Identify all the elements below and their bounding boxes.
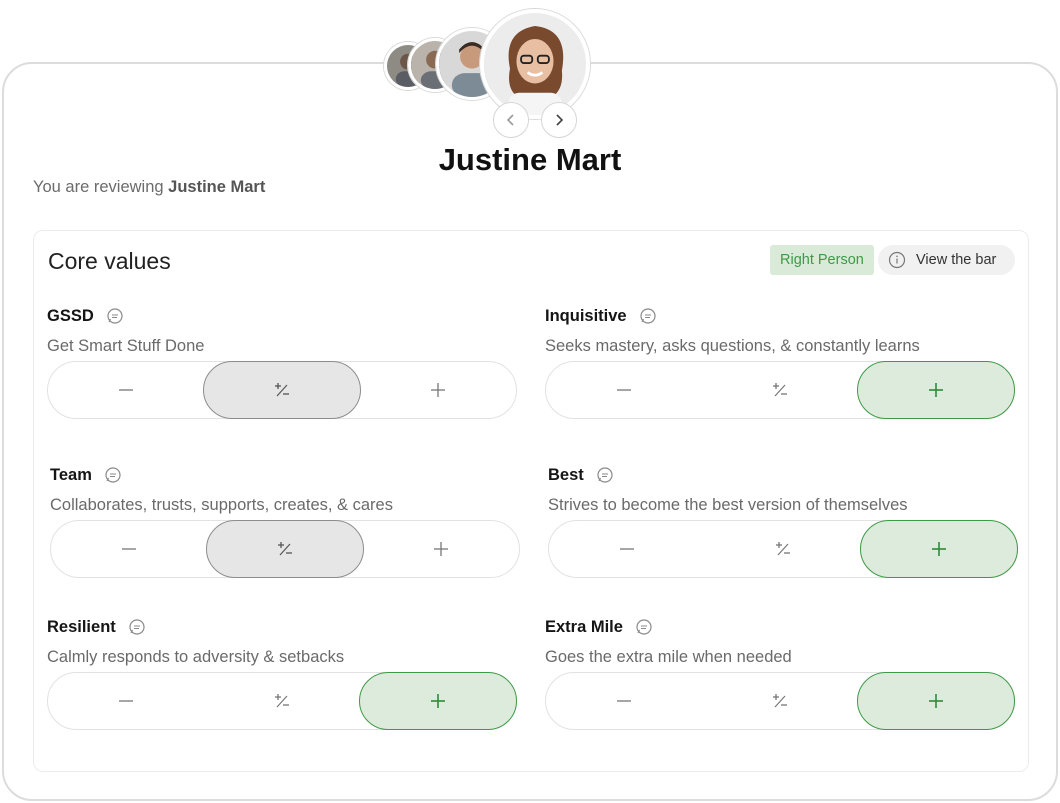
rating-plus-button[interactable]: [359, 672, 518, 730]
comment-icon[interactable]: [104, 466, 122, 484]
value-description: Get Smart Stuff Done: [47, 337, 205, 355]
plus-minus-icon: [772, 383, 787, 397]
value-description: Seeks mastery, asks questions, & constan…: [545, 337, 920, 355]
status-badge: Right Person: [770, 245, 874, 275]
rating-selector: [545, 672, 1016, 730]
rating-selector: [47, 672, 518, 730]
value-name: GSSD: [47, 306, 94, 325]
rating-minus-button[interactable]: [48, 362, 203, 418]
plus-minus-icon: [274, 694, 289, 708]
reviewing-name: Justine Mart: [168, 178, 266, 196]
minus-icon: [118, 700, 133, 702]
view-the-bar-label: View the bar: [916, 252, 997, 268]
next-button[interactable]: [541, 102, 577, 138]
value-inquisitive: Inquisitive Seeks mastery, asks question…: [545, 305, 1016, 419]
value-resilient: Resilient Calmly responds to adversity &…: [47, 616, 518, 730]
value-name: Inquisitive: [545, 306, 627, 325]
value-extra-mile: Extra Mile Goes the extra mile when need…: [545, 616, 1016, 730]
comment-icon[interactable]: [596, 466, 614, 484]
rating-plus-button[interactable]: [361, 362, 516, 418]
comment-icon[interactable]: [635, 618, 653, 636]
rating-plus-button[interactable]: [364, 521, 519, 577]
value-team: Team Collaborates, trusts, supports, cre…: [50, 464, 520, 578]
reviewing-text: You are reviewing Justine Mart: [33, 178, 265, 197]
comment-icon[interactable]: [639, 307, 657, 325]
minus-icon: [619, 548, 634, 550]
rating-plus-button[interactable]: [857, 672, 1016, 730]
value-description: Calmly responds to adversity & setbacks: [47, 648, 345, 666]
value-best: Best Strives to become the best version …: [548, 464, 1019, 578]
plus-icon: [929, 383, 944, 397]
previous-button[interactable]: [493, 102, 529, 138]
rating-plus-button[interactable]: [857, 361, 1016, 419]
avatar-carousel: [0, 0, 1060, 140]
info-icon: [888, 251, 906, 269]
plus-icon: [431, 694, 446, 708]
view-the-bar-button[interactable]: View the bar: [878, 245, 1015, 275]
value-gssd: GSSD Get Smart Stuff Done: [47, 305, 517, 419]
rating-selector: [548, 520, 1019, 578]
plus-icon: [431, 383, 446, 397]
rating-neutral-button[interactable]: [204, 673, 360, 729]
minus-icon: [121, 548, 136, 550]
plus-minus-icon: [274, 383, 289, 397]
rating-neutral-button[interactable]: [705, 521, 861, 577]
plus-icon: [434, 542, 449, 556]
value-description: Goes the extra mile when needed: [545, 648, 792, 666]
plus-minus-icon: [775, 542, 790, 556]
rating-minus-button[interactable]: [51, 521, 206, 577]
comment-icon[interactable]: [106, 307, 124, 325]
comment-icon[interactable]: [128, 618, 146, 636]
chevron-left-icon: [506, 114, 514, 126]
rating-plus-button[interactable]: [860, 520, 1019, 578]
plus-minus-icon: [277, 542, 292, 556]
rating-selector: [47, 361, 517, 419]
rating-neutral-button[interactable]: [702, 673, 858, 729]
value-name: Best: [548, 465, 584, 484]
core-values-card: Core values Right Person View the bar GS…: [33, 230, 1029, 772]
rating-minus-button[interactable]: [546, 673, 702, 729]
rating-neutral-button[interactable]: [206, 520, 364, 578]
chevron-right-icon: [556, 114, 564, 126]
value-description: Strives to become the best version of th…: [548, 496, 908, 514]
rating-selector: [545, 361, 1016, 419]
value-name: Extra Mile: [545, 617, 623, 636]
plus-icon: [929, 694, 944, 708]
rating-minus-button[interactable]: [549, 521, 705, 577]
rating-minus-button[interactable]: [546, 362, 702, 418]
value-description: Collaborates, trusts, supports, creates,…: [50, 496, 393, 514]
rating-minus-button[interactable]: [48, 673, 204, 729]
rating-neutral-button[interactable]: [702, 362, 858, 418]
minus-icon: [616, 389, 631, 391]
minus-icon: [118, 389, 133, 391]
rating-neutral-button[interactable]: [203, 361, 361, 419]
value-name: Resilient: [47, 617, 116, 636]
reviewing-prefix: You are reviewing: [33, 178, 164, 196]
plus-minus-icon: [772, 694, 787, 708]
card-title: Core values: [48, 248, 171, 274]
plus-icon: [932, 542, 947, 556]
avatar-selected[interactable]: [480, 9, 590, 119]
value-name: Team: [50, 465, 92, 484]
minus-icon: [616, 700, 631, 702]
person-name: Justine Mart: [438, 142, 622, 177]
rating-selector: [50, 520, 520, 578]
